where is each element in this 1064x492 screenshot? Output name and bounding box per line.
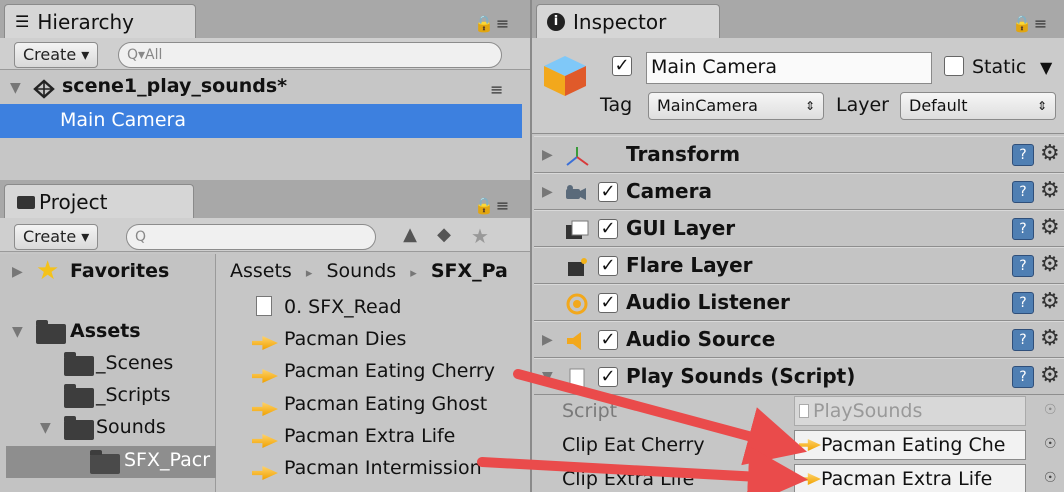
drag-arrow-cherry bbox=[513, 369, 807, 466]
drag-arrow-annotations bbox=[477, 369, 808, 492]
drag-arrow-extra-life bbox=[477, 446, 808, 492]
